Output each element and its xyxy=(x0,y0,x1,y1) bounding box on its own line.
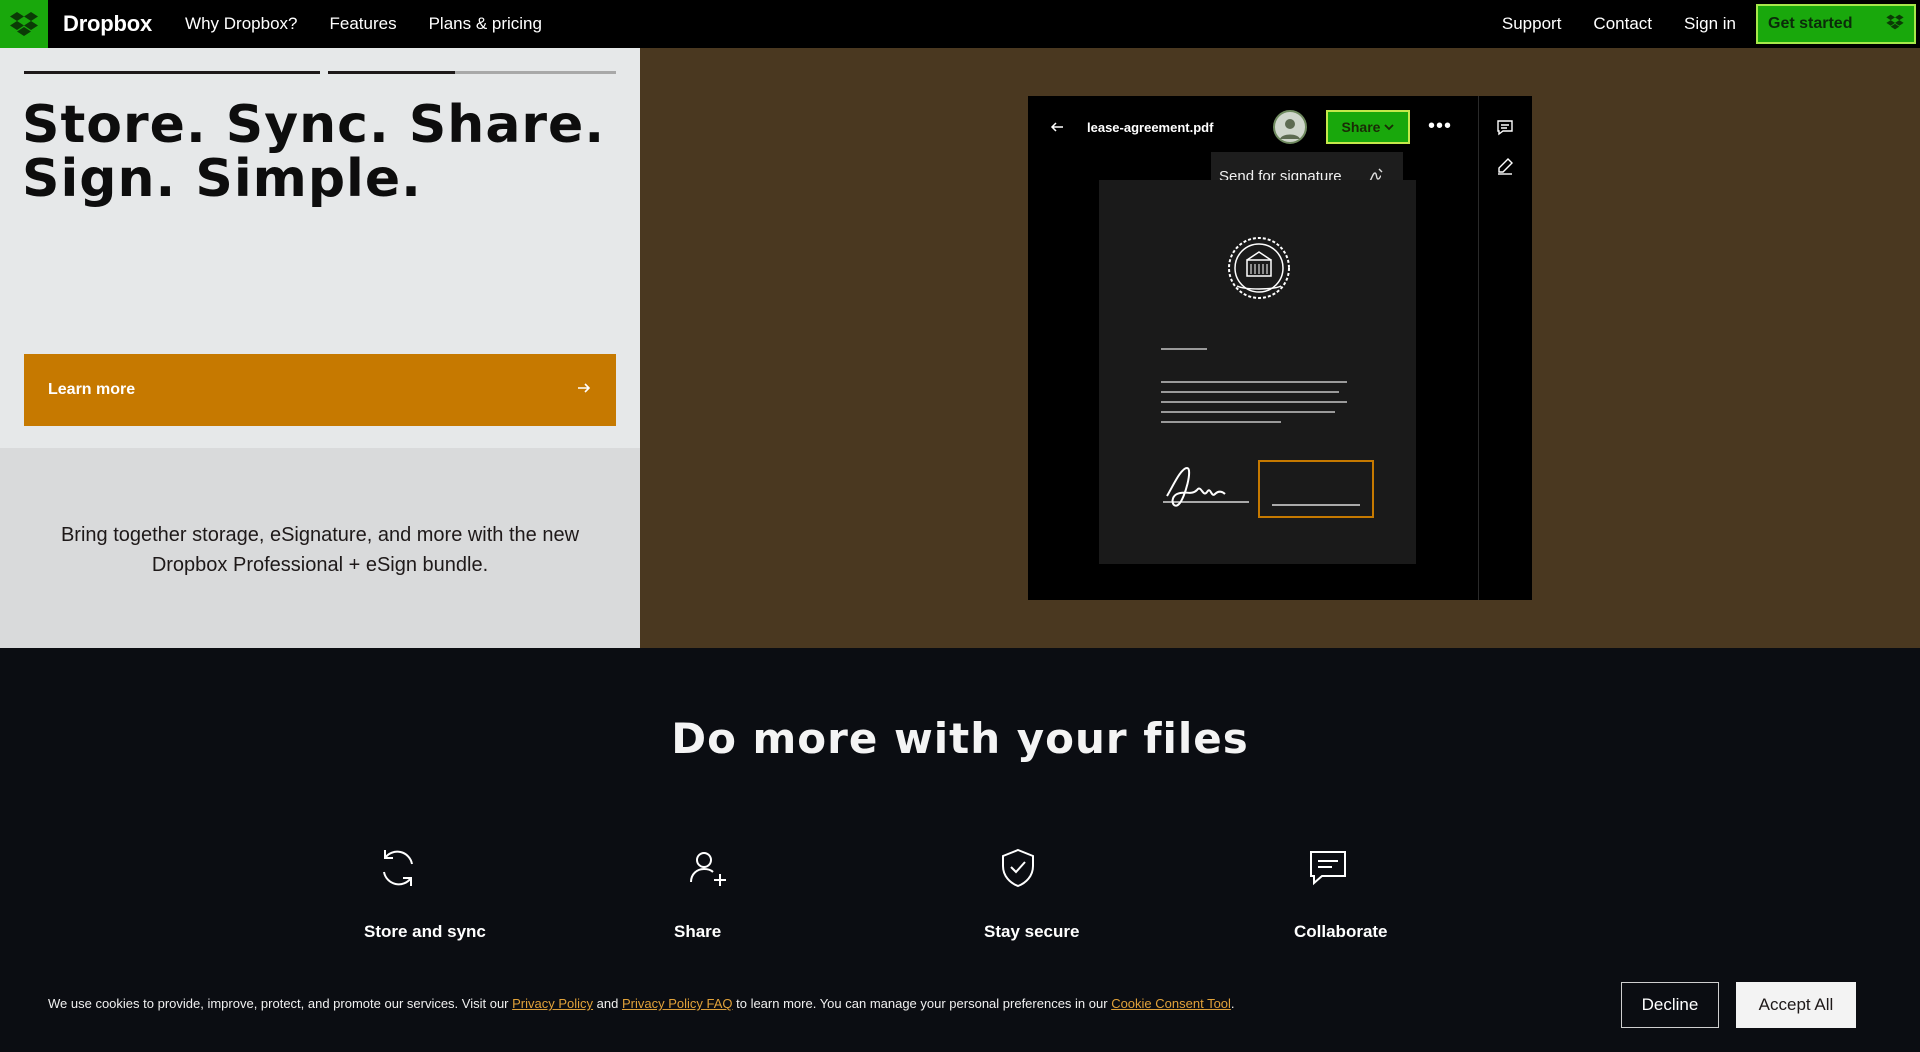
hero-left-panel: Store. Sync. Share. Sign. Simple. Learn … xyxy=(0,48,640,448)
nav-link-contact[interactable]: Contact xyxy=(1593,14,1652,34)
hero-headline-line-1: Store. Sync. Share. xyxy=(22,95,606,155)
cookie-text: We use cookies to provide, improve, prot… xyxy=(48,996,1235,1011)
document-page xyxy=(1099,180,1416,564)
learn-more-label: Learn more xyxy=(48,381,136,398)
hero-right-panel: lease-agreement.pdf Share ••• Send for s… xyxy=(640,48,1920,648)
doc-text-line xyxy=(1161,348,1207,350)
get-started-button[interactable]: Get started xyxy=(1756,4,1916,44)
add-user-icon xyxy=(686,846,730,895)
shield-check-icon xyxy=(996,846,1040,895)
dropbox-logo-icon[interactable] xyxy=(0,0,48,48)
brand-name[interactable]: Dropbox xyxy=(63,11,152,37)
privacy-faq-link[interactable]: Privacy Policy FAQ xyxy=(622,996,733,1011)
bundle-promo-text: Bring together storage, eSignature, and … xyxy=(60,524,580,576)
doc-text-line xyxy=(1161,401,1347,403)
carousel-progress[interactable] xyxy=(24,71,616,74)
preview-side-toolbar xyxy=(1478,96,1533,600)
get-started-label: Get started xyxy=(1768,15,1853,32)
cookie-consent-tool-link[interactable]: Cookie Consent Tool xyxy=(1111,996,1231,1011)
arrow-right-icon xyxy=(576,380,592,401)
cookie-text-part: and xyxy=(593,996,622,1011)
signature-field[interactable] xyxy=(1258,460,1374,518)
cookie-banner: We use cookies to provide, improve, prot… xyxy=(0,960,1920,1052)
nav-link-plans-pricing[interactable]: Plans & pricing xyxy=(429,14,542,34)
carousel-segment-2-fill xyxy=(328,71,455,74)
nav-link-features[interactable]: Features xyxy=(329,14,396,34)
carousel-segment-1[interactable] xyxy=(24,71,320,74)
cookie-text-part: We use cookies to provide, improve, prot… xyxy=(48,996,513,1011)
official-seal-icon xyxy=(1227,236,1291,305)
feature-label: Collaborate xyxy=(1294,922,1388,941)
comment-icon[interactable] xyxy=(1495,118,1515,143)
bundle-promo: Bring together storage, eSignature, and … xyxy=(0,448,640,648)
cookie-text-part: . xyxy=(1230,996,1235,1011)
doc-text-line xyxy=(1161,411,1335,413)
hero-headline: Store. Sync. Share. Sign. Simple. xyxy=(22,98,605,206)
nav-link-sign-in[interactable]: Sign in xyxy=(1684,14,1736,34)
comment-icon xyxy=(1306,846,1350,895)
more-options-icon[interactable]: ••• xyxy=(1428,116,1452,136)
doc-text-line xyxy=(1161,381,1347,383)
feature-label: Stay secure xyxy=(984,922,1080,941)
accept-all-button[interactable]: Accept All xyxy=(1736,982,1856,1028)
file-preview-window: lease-agreement.pdf Share ••• Send for s… xyxy=(1028,96,1532,600)
back-arrow-icon[interactable] xyxy=(1050,120,1064,139)
top-nav: Dropbox Why Dropbox? Features Plans & pr… xyxy=(0,0,1920,48)
share-button[interactable]: Share xyxy=(1326,110,1410,144)
share-label: Share xyxy=(1341,119,1381,135)
feature-label: Share xyxy=(674,922,722,941)
avatar[interactable] xyxy=(1273,110,1307,144)
feature-label: Store and sync xyxy=(364,922,486,941)
decline-button[interactable]: Decline xyxy=(1621,982,1719,1028)
learn-more-button[interactable]: Learn more xyxy=(24,354,616,426)
doc-text-line xyxy=(1161,391,1339,393)
signature-scribble-icon xyxy=(1161,458,1251,523)
hero-headline-line-2: Sign. Simple. xyxy=(22,149,422,209)
dropbox-mini-icon xyxy=(1886,14,1904,35)
nav-link-why-dropbox[interactable]: Why Dropbox? xyxy=(185,14,297,34)
doc-text-line xyxy=(1161,421,1281,423)
chevron-down-icon xyxy=(1384,119,1395,135)
nav-link-support[interactable]: Support xyxy=(1502,14,1562,34)
signature-field-line xyxy=(1272,504,1360,506)
sync-icon xyxy=(376,846,420,895)
privacy-policy-link[interactable]: Privacy Policy xyxy=(512,996,593,1011)
cookie-text-part: to learn more. You can manage your perso… xyxy=(732,996,1112,1011)
features-title: Do more with your files xyxy=(671,714,1249,763)
pencil-icon[interactable] xyxy=(1495,156,1515,181)
file-name: lease-agreement.pdf xyxy=(1087,120,1214,135)
